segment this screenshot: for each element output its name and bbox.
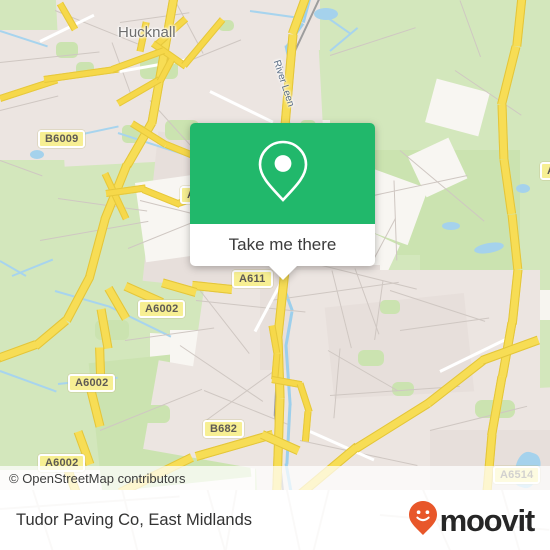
road-shield-b6009: B6009 [38, 130, 86, 148]
location-popup[interactable]: Take me there [190, 123, 375, 280]
take-me-there-label: Take me there [228, 235, 337, 254]
map-attribution: © OpenStreetMap contributors [0, 466, 550, 490]
road-shield-a611: A611 [232, 270, 273, 288]
moovit-wordmark: moovit [439, 502, 536, 538]
map-canvas[interactable]: Hucknall River Leen B6009 A611 A6002 A60… [0, 0, 550, 490]
map-screenshot: Hucknall River Leen B6009 A611 A6002 A60… [0, 0, 550, 550]
take-me-there-button[interactable]: Take me there [190, 224, 375, 266]
footer-content: Tudor Paving Co, East Midlands moovit [0, 490, 550, 550]
road-shield-a6002-mid: A6002 [68, 374, 116, 392]
river-label-leen: River Leen [270, 58, 297, 109]
map-pin-icon [254, 136, 312, 211]
popup-tail [268, 266, 297, 280]
location-title: Tudor Paving Co, East Midlands [16, 510, 253, 529]
place-label-hucknall: Hucknall [118, 24, 176, 41]
moovit-pin-smile-icon [408, 500, 438, 541]
road-shield-a6002-north: A6002 [138, 300, 186, 318]
attribution-text: © OpenStreetMap contributors [9, 470, 186, 486]
moovit-logo[interactable]: moovit [408, 500, 536, 541]
popup-header [190, 123, 375, 224]
road-shield-b682: B682 [203, 420, 245, 438]
footer-bar: Tudor Paving Co, East Midlands moovit [0, 490, 550, 550]
road-shield-a6-edge: A6 [540, 162, 550, 180]
